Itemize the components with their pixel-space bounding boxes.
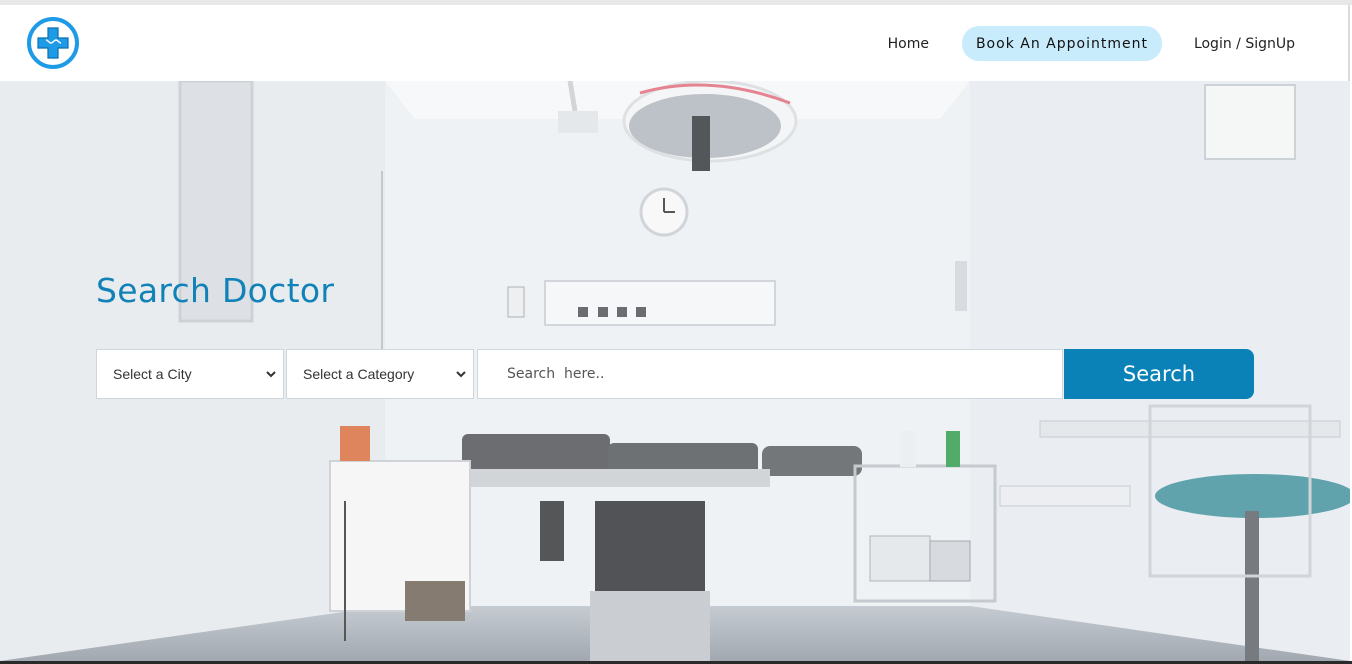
hero-section: Search Doctor Select a City Select a Cat… <box>0 81 1350 661</box>
city-select[interactable]: Select a City <box>96 349 284 399</box>
search-input[interactable] <box>477 349 1063 399</box>
nav-links: Home Book An Appointment Login / SignUp <box>888 26 1295 61</box>
nav-home-link[interactable]: Home <box>888 36 929 52</box>
logo[interactable] <box>27 17 79 69</box>
book-appointment-button[interactable]: Book An Appointment <box>961 26 1162 61</box>
city-select-value: Select a City <box>113 366 192 382</box>
search-button[interactable]: Search <box>1064 349 1254 399</box>
navbar: Home Book An Appointment Login / SignUp <box>0 5 1350 81</box>
chevron-down-icon <box>266 371 276 378</box>
chevron-down-icon <box>456 371 466 378</box>
hero-title: Search Doctor <box>96 271 335 310</box>
login-signup-link[interactable]: Login / SignUp <box>1194 36 1295 52</box>
category-select[interactable]: Select a Category <box>286 349 474 399</box>
medical-cross-logo-icon <box>37 27 69 59</box>
category-select-value: Select a Category <box>303 366 415 382</box>
